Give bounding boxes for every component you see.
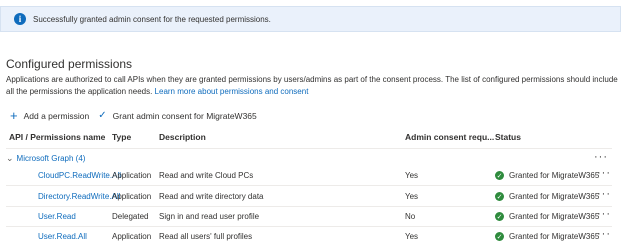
admin-consent-required: No [405,212,416,221]
admin-consent-required: Yes [405,192,419,201]
learn-more-link[interactable]: Learn more about permissions and consent [155,87,309,96]
header-divider [6,148,612,149]
permission-type: Application [112,192,152,201]
permission-type: Delegated [112,212,149,221]
add-permission-button[interactable]: + Add a permission [10,109,89,123]
grant-admin-consent-label: Grant admin consent for MigrateW365 [112,111,257,121]
checkmark-circle-icon: ✓ [495,192,504,201]
permission-description: Sign in and read user profile [159,212,260,221]
banner-message: Successfully granted admin consent for t… [33,14,271,24]
api-group-microsoft-graph[interactable]: ⌄ Microsoft Graph (4) ··· [6,151,612,165]
more-options-icon[interactable]: ··· [597,188,611,200]
table-row: Directory.ReadWrite.All Application Read… [0,187,621,207]
chevron-down-icon[interactable]: ⌄ [6,153,14,164]
admin-consent-required: Yes [405,171,419,180]
permission-name-link[interactable]: User.Read.All [38,232,87,241]
header-permission-name[interactable]: API / Permissions name [9,132,105,146]
permission-type: Application [112,171,152,180]
status-badge: ✓ Granted for MigrateW365 [495,192,599,201]
checkmark-circle-icon: ✓ [495,212,504,221]
permission-description: Read all users' full profiles [159,232,253,241]
grant-admin-consent-button[interactable]: ✓ Grant admin consent for MigrateW365 [98,109,256,123]
more-options-icon[interactable]: ··· [597,167,611,179]
checkmark-circle-icon: ✓ [495,171,504,180]
permission-name-link[interactable]: CloudPC.ReadWrite.All [38,171,121,180]
status-text: Granted for MigrateW365 [509,232,600,241]
checkmark-icon: ✓ [98,110,107,121]
header-admin-consent[interactable]: Admin consent requ... [405,132,494,146]
status-badge: ✓ Granted for MigrateW365 [495,212,599,221]
info-icon: i [14,13,26,25]
permission-description: Read and write directory data [159,192,264,201]
checkmark-circle-icon: ✓ [495,232,504,241]
table-row: User.Read Delegated Sign in and read use… [0,207,621,227]
status-badge: ✓ Granted for MigrateW365 [495,232,599,241]
permission-name-link[interactable]: Directory.ReadWrite.All [38,192,120,201]
permission-description: Read and write Cloud PCs [159,171,254,180]
status-badge: ✓ Granted for MigrateW365 [495,171,599,180]
more-options-icon[interactable]: ··· [594,151,608,163]
add-permission-label: Add a permission [23,111,90,121]
status-text: Granted for MigrateW365 [509,171,600,180]
more-options-icon[interactable]: ··· [597,208,611,220]
status-text: Granted for MigrateW365 [509,192,600,201]
success-banner: i Successfully granted admin consent for… [0,6,621,32]
more-options-icon[interactable]: ··· [597,228,611,240]
header-type[interactable]: Type [112,132,131,146]
description-text: Applications are authorized to call APIs… [6,75,618,96]
api-group-label[interactable]: Microsoft Graph (4) [17,154,86,163]
header-description[interactable]: Description [159,132,206,146]
table-row: User.Read.All Application Read all users… [0,227,621,247]
row-divider [6,185,612,186]
header-status[interactable]: Status [495,132,521,146]
toolbar: + Add a permission ✓ Grant admin consent… [10,109,257,123]
section-title: Configured permissions [6,57,133,71]
table-row: CloudPC.ReadWrite.All Application Read a… [0,166,621,186]
status-text: Granted for MigrateW365 [509,212,600,221]
section-description: Applications are authorized to call APIs… [6,74,618,98]
permission-name-link[interactable]: User.Read [38,212,76,221]
permission-type: Application [112,232,152,241]
plus-icon: + [10,108,18,123]
admin-consent-required: Yes [405,232,419,241]
